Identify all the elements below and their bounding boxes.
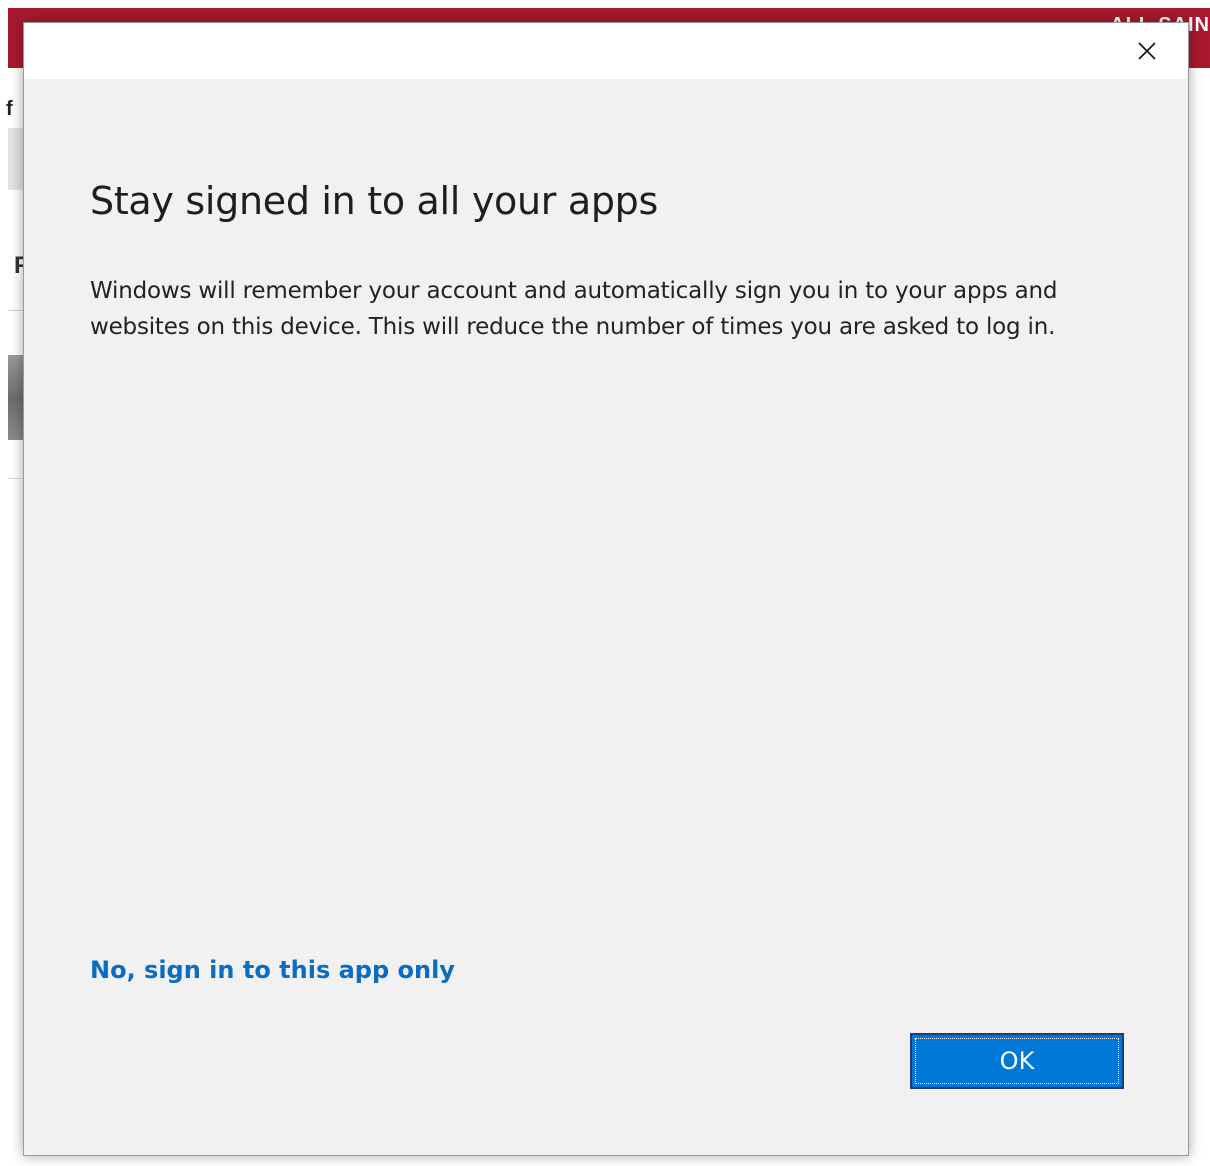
dialog-description: Windows will remember your account and a… [90,278,1058,340]
close-icon [1138,42,1156,60]
sign-in-this-app-only-link[interactable]: No, sign in to this app only [90,956,455,984]
stay-signed-in-dialog: Stay signed in to all your apps Windows … [23,22,1189,1156]
close-button[interactable] [1126,33,1168,69]
dialog-title: Stay signed in to all your apps [90,179,658,223]
background-text-fragment: f [6,98,13,120]
ok-button[interactable]: OK [910,1033,1124,1089]
dialog-titlebar [24,23,1188,79]
